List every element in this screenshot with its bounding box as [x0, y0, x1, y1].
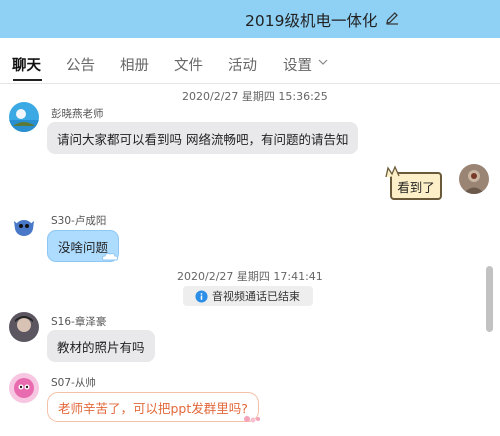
active-tab-indicator: [13, 79, 42, 81]
info-icon: [195, 289, 208, 303]
tab-settings[interactable]: 设置: [283, 54, 312, 75]
chat-message-list[interactable]: 2020/2/27 星期四 15:36:25 彭晓燕老师 请问大家都可以看到吗 …: [0, 84, 500, 436]
message-text: 请问大家都可以看到吗 网络流畅吧，有问题的请告知: [57, 131, 349, 147]
tab-chat[interactable]: 聊天: [12, 54, 41, 75]
avatar[interactable]: [9, 211, 39, 241]
message-bubble[interactable]: 教材的照片有吗: [47, 330, 155, 362]
message-text: 看到了: [397, 179, 435, 195]
message-text: 教材的照片有吗: [57, 339, 145, 355]
cloud-decoration-icon: [101, 252, 119, 261]
tab-bar: 聊天 公告 相册 文件 活动 设置: [0, 38, 500, 84]
avatar[interactable]: [9, 373, 39, 403]
edit-icon[interactable]: [384, 10, 400, 26]
system-notice: 音视频通话已结束: [183, 286, 313, 306]
avatar[interactable]: [9, 312, 39, 342]
flower-decoration-icon: [244, 416, 260, 423]
message-text: 老师辛苦了，可以把ppt发群里吗?: [58, 400, 248, 416]
scrollbar[interactable]: [486, 266, 493, 332]
sender-name: 彭晓燕老师: [51, 108, 104, 120]
group-title: 2019级机电一体化: [245, 12, 378, 30]
tab-activities[interactable]: 活动: [228, 54, 257, 75]
message-bubble[interactable]: 请问大家都可以看到吗 网络流畅吧，有问题的请告知: [47, 122, 359, 154]
title-bar: 2019级机电一体化: [0, 0, 500, 38]
sender-name: S07-从帅: [51, 377, 96, 389]
avatar[interactable]: [459, 164, 489, 194]
cat-ears-decoration-icon: [385, 165, 400, 178]
sender-name: S16-章泽豪: [51, 316, 107, 328]
tab-announcements[interactable]: 公告: [66, 54, 95, 75]
message-timestamp: 2020/2/27 星期四 17:41:41: [177, 270, 323, 283]
tab-album[interactable]: 相册: [120, 54, 149, 75]
chevron-down-icon[interactable]: [318, 58, 328, 66]
message-timestamp: 2020/2/27 星期四 15:36:25: [182, 90, 328, 103]
sender-name: S30-卢成阳: [51, 215, 107, 227]
tab-files[interactable]: 文件: [174, 54, 203, 75]
message-bubble[interactable]: 老师辛苦了，可以把ppt发群里吗?: [47, 392, 259, 422]
system-notice-text: 音视频通话已结束: [212, 290, 300, 303]
avatar[interactable]: [9, 102, 39, 132]
